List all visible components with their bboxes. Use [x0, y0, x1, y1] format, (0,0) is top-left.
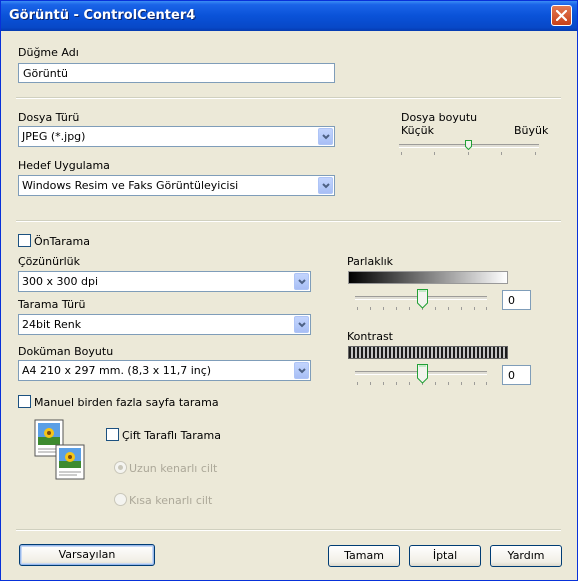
tick: [474, 307, 475, 310]
tick: [357, 382, 358, 385]
file-type-select[interactable]: JPEG (*.jpg): [18, 126, 335, 147]
chevron-down-icon: [322, 134, 330, 140]
scan-type-dropdown-button[interactable]: [294, 316, 309, 333]
chevron-down-icon: [298, 279, 306, 285]
tick: [409, 307, 410, 310]
chevron-down-icon: [322, 183, 330, 189]
document-size-select[interactable]: A4 210 x 297 mm. (8,3 x 11,7 inç): [18, 360, 311, 381]
brightness-thumb[interactable]: [417, 289, 428, 309]
tick: [370, 382, 371, 385]
tick: [435, 382, 436, 385]
scan-type-value: 24bit Renk: [22, 318, 82, 331]
tick: [535, 152, 536, 155]
tick: [357, 307, 358, 310]
duplex-label: Çift Taraflı Tarama: [122, 429, 221, 442]
file-type-value: JPEG (*.jpg): [22, 130, 86, 143]
duplex-documents-icon: [34, 419, 85, 480]
brightness-value-field[interactable]: 0: [502, 290, 531, 310]
close-icon: [556, 10, 567, 21]
tick: [501, 152, 502, 155]
document-size-dropdown-button[interactable]: [294, 362, 309, 379]
document-size-label: Doküman Boyutu: [18, 345, 114, 358]
duplex-checkbox[interactable]: [106, 428, 119, 441]
tick: [434, 152, 435, 155]
contrast-value-field[interactable]: 0: [502, 365, 531, 385]
window-title: Görüntü - ControlCenter4: [9, 8, 196, 23]
tick: [461, 307, 462, 310]
close-button[interactable]: [551, 5, 572, 26]
scan-type-select[interactable]: 24bit Renk: [18, 314, 311, 335]
separator-middle: [16, 220, 561, 222]
tick: [396, 307, 397, 310]
file-size-label: Dosya boyutu: [401, 111, 478, 124]
title-bar[interactable]: Görüntü - ControlCenter4: [1, 1, 577, 31]
file-size-max-label: Büyük: [514, 124, 549, 137]
tick: [448, 307, 449, 310]
cancel-button[interactable]: İptal: [409, 545, 481, 567]
help-button[interactable]: Yardım: [490, 545, 562, 567]
target-app-dropdown-button[interactable]: [318, 177, 333, 194]
target-app-value: Windows Resim ve Faks Görüntüleyicisi: [22, 179, 239, 192]
brightness-gradient: [348, 271, 508, 284]
tick: [461, 382, 462, 385]
tick: [401, 152, 402, 155]
tick: [468, 152, 469, 155]
short-edge-radio[interactable]: [114, 493, 127, 506]
tick: [435, 307, 436, 310]
tick: [474, 382, 475, 385]
separator-top: [16, 97, 561, 99]
scan-type-label: Tarama Türü: [18, 298, 86, 311]
multi-page-label: Manuel birden fazla sayfa tarama: [34, 396, 219, 409]
file-size-thumb[interactable]: [465, 140, 472, 150]
tick: [448, 382, 449, 385]
chevron-down-icon: [298, 322, 306, 328]
radio-selected-dot: [118, 465, 123, 470]
prescan-label: ÖnTarama: [34, 235, 90, 248]
prescan-checkbox[interactable]: [18, 234, 31, 247]
resolution-select[interactable]: 300 x 300 dpi: [18, 271, 311, 292]
tick: [396, 382, 397, 385]
chevron-down-icon: [298, 368, 306, 374]
tick: [486, 307, 487, 310]
file-type-label: Dosya Türü: [18, 111, 80, 124]
target-app-select[interactable]: Windows Resim ve Faks Görüntüleyicisi: [18, 175, 335, 196]
resolution-value: 300 x 300 dpi: [22, 275, 99, 288]
contrast-thumb[interactable]: [417, 364, 428, 384]
multi-page-checkbox[interactable]: [18, 395, 31, 408]
button-name-label: Düğme Adı: [18, 46, 79, 59]
long-edge-label: Uzun kenarlı cilt: [129, 462, 218, 475]
long-edge-radio[interactable]: [114, 461, 127, 474]
document-size-value: A4 210 x 297 mm. (8,3 x 11,7 inç): [22, 364, 212, 377]
tick: [409, 382, 410, 385]
defaults-button[interactable]: Varsayılan: [19, 544, 155, 566]
contrast-pattern: [348, 346, 508, 359]
tick: [383, 307, 384, 310]
tick: [486, 382, 487, 385]
brightness-label: Parlaklık: [347, 255, 394, 268]
dialog-window: Görüntü - ControlCenter4 Düğme Adı Görün…: [0, 0, 578, 581]
tick: [370, 307, 371, 310]
resolution-dropdown-button[interactable]: [294, 273, 309, 290]
contrast-label: Kontrast: [347, 330, 393, 343]
ok-button[interactable]: Tamam: [328, 545, 400, 567]
resolution-label: Çözünürlük: [18, 255, 81, 268]
file-size-min-label: Küçük: [401, 124, 435, 137]
file-type-dropdown-button[interactable]: [318, 128, 333, 145]
target-app-label: Hedef Uygulama: [18, 159, 110, 172]
button-name-input[interactable]: Görüntü: [18, 63, 335, 83]
separator-bottom: [16, 529, 561, 531]
tick: [383, 382, 384, 385]
short-edge-label: Kısa kenarlı cilt: [129, 494, 213, 507]
